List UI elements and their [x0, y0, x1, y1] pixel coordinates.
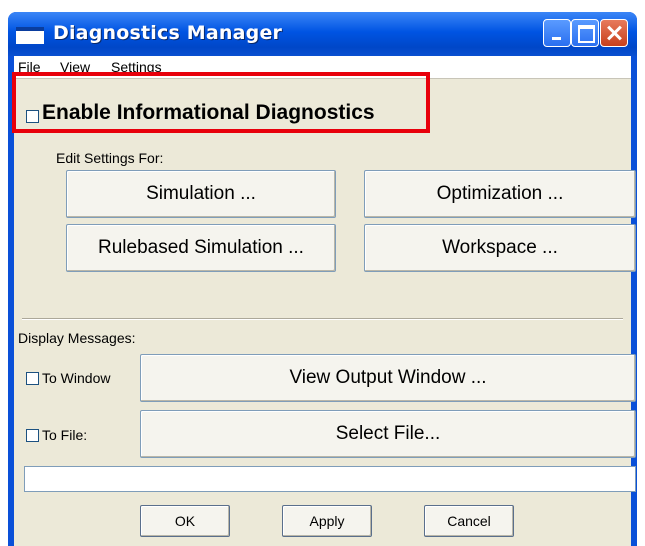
window-icon	[16, 27, 44, 44]
view-output-window-button[interactable]: View Output Window ...	[140, 354, 636, 402]
to-window-checkbox[interactable]	[26, 372, 39, 385]
rulebased-simulation-button[interactable]: Rulebased Simulation ...	[66, 224, 336, 272]
display-messages-label: Display Messages:	[18, 330, 136, 346]
section-divider	[22, 318, 623, 320]
window-title: Diagnostics Manager	[53, 22, 283, 44]
select-file-button[interactable]: Select File...	[140, 410, 636, 458]
file-path-field[interactable]	[24, 466, 636, 492]
to-file-label[interactable]: To File:	[42, 427, 87, 443]
ok-button[interactable]: OK	[140, 505, 230, 537]
edit-settings-label: Edit Settings For:	[56, 150, 164, 166]
close-button[interactable]	[600, 19, 628, 47]
to-window-label[interactable]: To Window	[42, 370, 110, 386]
workspace-button[interactable]: Workspace ...	[364, 224, 636, 272]
apply-button[interactable]: Apply	[282, 505, 372, 537]
simulation-button[interactable]: Simulation ...	[66, 170, 336, 218]
maximize-button[interactable]	[571, 19, 599, 47]
red-highlight-box	[12, 72, 430, 133]
title-bar[interactable]: Diagnostics Manager	[8, 12, 637, 56]
to-file-checkbox[interactable]	[26, 429, 39, 442]
optimization-button[interactable]: Optimization ...	[364, 170, 636, 218]
cancel-button[interactable]: Cancel	[424, 505, 514, 537]
minimize-button[interactable]	[543, 19, 571, 47]
